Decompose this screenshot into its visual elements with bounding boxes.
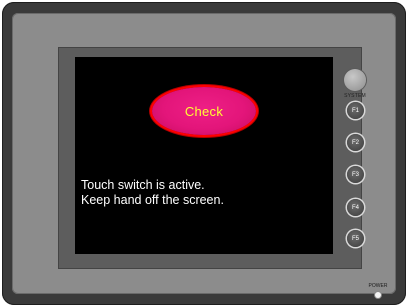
message-line-1: Touch switch is active. [81,178,205,192]
power-led-icon [375,292,381,298]
f5-key[interactable]: F5 [347,230,364,247]
lcd-screen[interactable]: Check Touch switch is active. Keep hand … [75,57,333,254]
f1-key-label: F1 [351,107,359,114]
f4-key-label: F4 [351,204,359,211]
f3-key[interactable]: F3 [347,166,364,183]
f2-key[interactable]: F2 [347,134,364,151]
check-button-label: Check [184,103,224,119]
f5-key-label: F5 [351,235,359,242]
f4-key[interactable]: F4 [347,199,364,216]
check-button[interactable]: Check [152,87,256,135]
screen-bezel: Check Touch switch is active. Keep hand … [58,47,362,269]
f2-key-label: F2 [351,139,359,146]
power-label: POWER [368,283,388,289]
message-line-2: Keep hand off the screen. [81,193,224,207]
f3-key-label: F3 [351,171,359,178]
system-button[interactable] [344,69,366,91]
f1-key[interactable]: F1 [347,102,364,119]
system-label: SYSTEM [344,93,366,99]
front-panel: Check Touch switch is active. Keep hand … [12,13,396,298]
touch-switch-message: Touch switch is active. Keep hand off th… [81,178,224,208]
terminal-housing: Check Touch switch is active. Keep hand … [2,2,406,305]
